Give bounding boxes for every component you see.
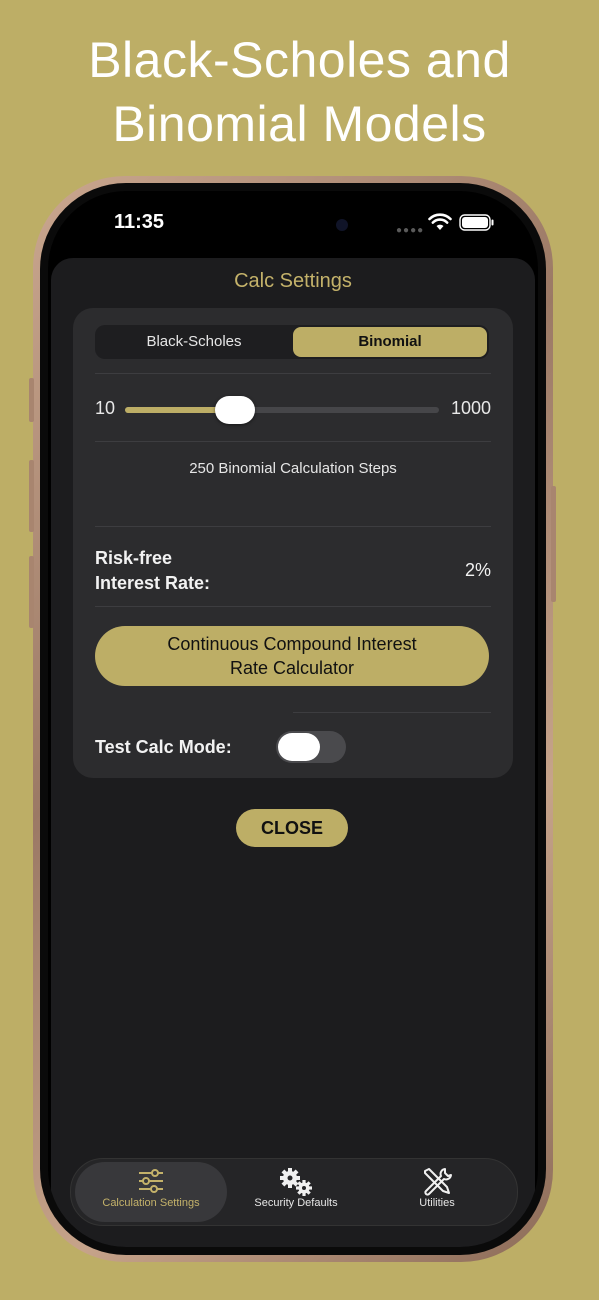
tab-label: Utilities bbox=[419, 1197, 455, 1209]
interest-rate-label-line1: Risk-free bbox=[95, 548, 173, 568]
calculator-button-line2: Rate Calculator bbox=[229, 658, 355, 678]
interest-rate-value[interactable]: 2% bbox=[465, 560, 491, 581]
settings-card: Black-Scholes Binomial 10 1000 250 Binom… bbox=[73, 308, 513, 778]
compound-interest-calculator-button[interactable]: Continuous Compound Interest Rate Calcul… bbox=[95, 626, 489, 686]
sheet-title: Calc Settings bbox=[234, 270, 352, 292]
slider-max-label: 1000 bbox=[450, 398, 491, 418]
segment-black-scholes[interactable]: Black-Scholes bbox=[97, 327, 291, 357]
promo-headline-line1: Black-Scholes and bbox=[88, 32, 511, 88]
power-button bbox=[551, 486, 556, 602]
close-button[interactable]: CLOSE bbox=[236, 809, 348, 847]
wifi-icon bbox=[428, 213, 452, 230]
tab-label: Calculation Settings bbox=[102, 1197, 200, 1209]
divider bbox=[95, 373, 491, 374]
phone-screen: 11:35 ●●●● Calc Settings Black-Scholes B… bbox=[48, 191, 538, 1247]
calculator-button-line1: Continuous Compound Interest bbox=[167, 634, 417, 654]
interest-rate-label: Risk-free Interest Rate: bbox=[95, 546, 255, 596]
battery-icon bbox=[459, 214, 494, 231]
steps-slider-thumb[interactable] bbox=[214, 396, 255, 424]
divider bbox=[95, 526, 491, 527]
calc-settings-sheet: Calc Settings Black-Scholes Binomial 10 … bbox=[51, 258, 535, 1247]
tab-bar: Calculation Settings Security Defaults U… bbox=[70, 1158, 518, 1226]
slider-min-label: 10 bbox=[95, 398, 116, 418]
test-calc-mode-label: Test Calc Mode: bbox=[95, 737, 232, 757]
interest-rate-label-line2: Interest Rate: bbox=[95, 573, 211, 593]
dynamic-island bbox=[220, 205, 366, 247]
tab-security-defaults[interactable]: Security Defaults bbox=[231, 1159, 361, 1225]
tab-utilities[interactable]: Utilities bbox=[367, 1159, 507, 1225]
divider bbox=[95, 441, 491, 442]
test-calc-mode-toggle[interactable] bbox=[276, 731, 346, 763]
tools-icon bbox=[424, 1168, 452, 1196]
mute-switch bbox=[29, 378, 34, 422]
segment-binomial[interactable]: Binomial bbox=[293, 327, 487, 357]
steps-slider-track[interactable] bbox=[125, 396, 439, 424]
model-segmented-control[interactable]: Black-Scholes Binomial bbox=[95, 325, 489, 359]
volume-up-button bbox=[29, 460, 34, 532]
steps-caption: 250 Binomial Calculation Steps bbox=[189, 460, 397, 477]
tab-label: Security Defaults bbox=[254, 1197, 338, 1209]
divider bbox=[293, 712, 491, 713]
camera-icon bbox=[336, 219, 348, 231]
gears-icon bbox=[280, 1168, 312, 1196]
sliders-icon bbox=[139, 1169, 163, 1193]
status-time: 11:35 bbox=[114, 211, 165, 233]
cellular-dots-icon: ●●●● bbox=[396, 225, 425, 236]
promo-headline: Black-Scholes and Binomial Models bbox=[0, 28, 599, 156]
promo-headline-line2: Binomial Models bbox=[112, 96, 487, 152]
toggle-knob bbox=[278, 733, 320, 761]
tab-calculation-settings[interactable]: Calculation Settings bbox=[75, 1162, 227, 1222]
volume-down-button bbox=[29, 556, 34, 628]
divider bbox=[95, 606, 491, 607]
